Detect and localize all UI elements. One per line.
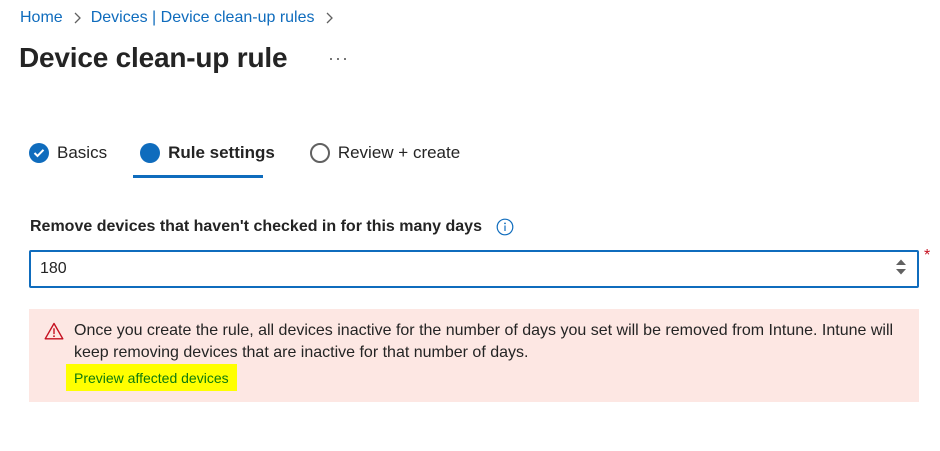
days-number-field — [29, 250, 919, 288]
checkmark-icon — [29, 143, 49, 163]
caret-down-icon[interactable] — [895, 268, 907, 276]
warning-message-bar: Once you create the rule, all devices in… — [29, 309, 919, 402]
warning-message-text: Once you create the rule, all devices in… — [74, 322, 894, 361]
breadcrumb-devices-link[interactable]: Devices | Device clean-up rules — [91, 9, 315, 27]
days-field-label: Remove devices that haven't checked in f… — [30, 218, 514, 236]
days-input[interactable] — [31, 252, 881, 286]
required-indicator: * — [924, 247, 931, 264]
breadcrumb-home-link[interactable]: Home — [20, 9, 63, 27]
tab-review-create-label: Review + create — [337, 143, 461, 162]
wizard-steps: Basics Rule settings Review + create — [29, 140, 460, 180]
page-title: Device clean-up rule — [19, 42, 288, 73]
tab-review-create[interactable]: Review + create — [309, 140, 461, 166]
tab-basics[interactable]: Basics — [29, 140, 107, 166]
more-options-button[interactable]: ··· — [328, 48, 349, 69]
pending-step-icon — [309, 143, 330, 163]
number-spinner[interactable] — [895, 258, 907, 276]
breadcrumb: Home Devices | Device clean-up rules — [20, 9, 343, 27]
active-tab-indicator — [133, 175, 263, 178]
chevron-right-icon — [73, 12, 81, 24]
tab-rule-settings[interactable]: Rule settings — [140, 140, 275, 166]
warning-icon — [44, 322, 64, 345]
current-step-icon — [140, 143, 161, 163]
days-field-label-text: Remove devices that haven't checked in f… — [30, 218, 482, 235]
preview-affected-devices-link[interactable]: Preview affected devices — [66, 364, 237, 391]
tab-rule-settings-label: Rule settings — [168, 143, 275, 162]
info-icon[interactable] — [496, 218, 514, 236]
tab-basics-label: Basics — [57, 143, 108, 162]
chevron-right-icon — [325, 12, 333, 24]
caret-up-icon[interactable] — [895, 258, 907, 266]
